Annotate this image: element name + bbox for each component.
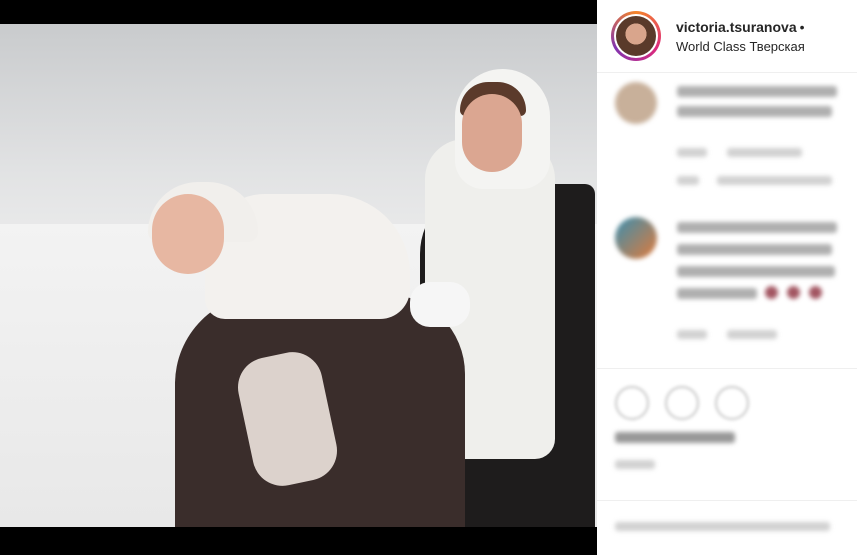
likes-region [615, 430, 845, 480]
actions-divider [597, 368, 857, 370]
post-modal: victoria.tsuranova • World Class Тверская [0, 0, 857, 555]
comment-text-blurred [677, 106, 832, 117]
emoji-blurred [787, 286, 800, 299]
comment-meta-blurred [717, 176, 832, 185]
comment-text-blurred [677, 244, 832, 255]
post-sidebar: victoria.tsuranova • World Class Тверская [597, 0, 857, 555]
emoji-blurred [765, 286, 778, 299]
avatar [614, 14, 658, 58]
comment-icon[interactable] [665, 386, 699, 420]
add-comment-placeholder-blurred[interactable] [615, 522, 830, 531]
comment-avatar [615, 217, 657, 259]
media-panel [0, 0, 597, 555]
likes-count-blurred [615, 432, 735, 443]
post-date-blurred [615, 460, 655, 469]
username-row: victoria.tsuranova • [676, 19, 805, 35]
post-header: victoria.tsuranova • World Class Тверская [597, 0, 857, 73]
post-photo[interactable] [0, 24, 597, 527]
comment-text-blurred [677, 222, 837, 233]
comments-region [597, 72, 857, 368]
comment-text-blurred [677, 86, 837, 97]
username-separator: • [799, 19, 805, 35]
comment-avatar [615, 82, 657, 124]
share-icon[interactable] [715, 386, 749, 420]
figure-left-face [152, 194, 224, 274]
location-link[interactable]: World Class Тверская [676, 39, 805, 54]
heart-icon[interactable] [615, 386, 649, 420]
comment-meta-blurred [677, 148, 707, 157]
comment-meta-blurred [677, 330, 707, 339]
avatar-image [616, 16, 656, 56]
figure-right-face [462, 94, 522, 172]
white-glove [410, 282, 470, 327]
comment-meta-blurred [677, 176, 699, 185]
comment-text-blurred [677, 288, 757, 299]
comment-meta-blurred [727, 330, 777, 339]
add-comment-divider [597, 500, 857, 501]
comment-text-blurred [677, 266, 835, 277]
add-comment-region [615, 518, 845, 538]
comment-meta-blurred [727, 148, 802, 157]
emoji-blurred [809, 286, 822, 299]
avatar-story-ring[interactable] [611, 11, 661, 61]
username-link[interactable]: victoria.tsuranova [676, 19, 797, 35]
